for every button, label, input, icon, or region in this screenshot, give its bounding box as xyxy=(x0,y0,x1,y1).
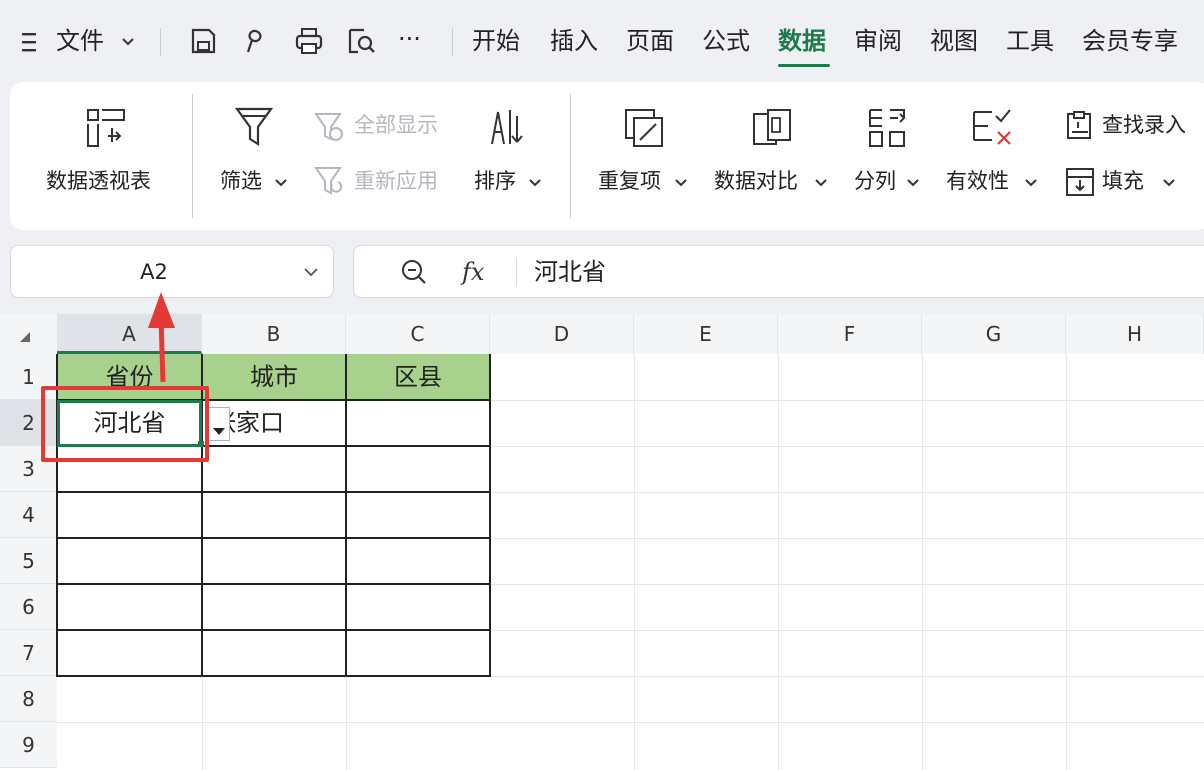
chevron-down-icon[interactable] xyxy=(303,264,319,280)
spreadsheet-app: 文件 ··· 开始 插入 页面 公式 数据 审阅 视图 工具 会员专享 数据透视… xyxy=(0,0,1204,770)
data-compare-label: 数据对比 xyxy=(714,169,798,193)
table-border xyxy=(56,583,491,585)
cell-b1[interactable]: 城市 xyxy=(202,354,346,400)
dropdown-list-button[interactable] xyxy=(208,407,230,441)
save-icon[interactable] xyxy=(188,26,218,56)
divider xyxy=(516,258,517,286)
tab-insert[interactable]: 插入 xyxy=(550,24,598,58)
caret-down-icon xyxy=(213,428,225,435)
tab-member[interactable]: 会员专享 xyxy=(1082,24,1178,58)
table-border xyxy=(56,629,491,631)
chevron-down-icon xyxy=(1025,179,1037,187)
corner-triangle-icon xyxy=(20,332,30,342)
filter-clear-icon xyxy=(314,113,343,141)
highlight-box xyxy=(41,386,209,462)
tab-view[interactable]: 视图 xyxy=(930,24,978,58)
tab-tools[interactable]: 工具 xyxy=(1006,24,1054,58)
row-header-8[interactable]: 8 xyxy=(0,676,57,722)
format-painter-icon[interactable] xyxy=(242,26,272,56)
column-header-b[interactable]: B xyxy=(202,314,346,354)
row-header-7[interactable]: 7 xyxy=(0,630,57,676)
chevron-down-icon xyxy=(1163,179,1175,187)
file-menu-label: 文件 xyxy=(56,27,104,55)
divider xyxy=(452,28,453,56)
sort-label: 排序 xyxy=(474,169,516,193)
fill-icon xyxy=(1066,168,1094,196)
table-border xyxy=(56,675,491,677)
pivot-table-icon xyxy=(87,109,125,147)
gridline xyxy=(1066,354,1067,770)
sort-icon xyxy=(491,110,523,145)
divider xyxy=(160,28,161,56)
tab-page[interactable]: 页面 xyxy=(626,24,674,58)
lookup-entry-label: 查找录入 xyxy=(1102,113,1186,137)
ribbon-toolbar: 数据透视表 筛选 全部显示 重新应用 排序 重复项 数据对比 分列 有效性 查找… xyxy=(10,82,1204,230)
reapply-label: 重新应用 xyxy=(354,169,438,193)
duplicates-label: 重复项 xyxy=(598,169,661,193)
data-compare-icon xyxy=(753,109,791,145)
column-header-e[interactable]: E xyxy=(634,314,778,354)
lookup-entry-icon xyxy=(1067,111,1091,139)
gridline xyxy=(634,354,635,770)
cell-c2[interactable] xyxy=(346,400,490,446)
tab-data[interactable]: 数据 xyxy=(778,24,826,58)
row-header-9[interactable]: 9 xyxy=(0,722,57,768)
annotation-arrow-icon xyxy=(148,292,175,383)
column-header-c[interactable]: C xyxy=(346,314,490,354)
row-header-5[interactable]: 5 xyxy=(0,538,57,584)
menu-bar: 文件 ··· 开始 插入 页面 公式 数据 审阅 视图 工具 会员专享 xyxy=(0,0,1204,78)
divider xyxy=(570,94,571,218)
gridline xyxy=(778,354,779,770)
chevron-down-icon[interactable] xyxy=(120,34,136,50)
gridline xyxy=(346,676,347,770)
fill-label: 填充 xyxy=(1102,169,1144,193)
print-icon[interactable] xyxy=(294,26,324,56)
gridline xyxy=(202,676,203,770)
chevron-down-icon xyxy=(815,179,827,187)
gridline xyxy=(57,722,1204,723)
show-all-label: 全部显示 xyxy=(354,113,438,137)
divider xyxy=(192,94,193,218)
select-all-corner[interactable] xyxy=(0,314,57,354)
column-header-f[interactable]: F xyxy=(778,314,922,354)
chevron-down-icon xyxy=(907,179,919,187)
chevron-down-icon xyxy=(529,179,541,187)
tab-formula[interactable]: 公式 xyxy=(702,24,750,58)
table-border xyxy=(56,491,491,493)
tab-home[interactable]: 开始 xyxy=(472,24,520,58)
print-preview-icon[interactable] xyxy=(346,26,376,56)
more-button[interactable]: ··· xyxy=(398,22,421,56)
chevron-down-icon xyxy=(675,179,687,187)
column-header-g[interactable]: G xyxy=(922,314,1066,354)
gridline xyxy=(922,354,923,770)
split-column-icon xyxy=(869,109,906,147)
row-header-6[interactable]: 6 xyxy=(0,584,57,630)
filter-icon xyxy=(234,107,274,146)
filter-reapply-icon xyxy=(314,167,343,195)
validity-icon xyxy=(973,109,1011,145)
table-border xyxy=(56,537,491,539)
row-header-4[interactable]: 4 xyxy=(0,492,57,538)
column-header-d[interactable]: D xyxy=(490,314,634,354)
formula-input[interactable]: 河北省 xyxy=(534,254,606,290)
formula-bar: fx 河北省 xyxy=(353,245,1204,298)
zoom-formula-icon[interactable] xyxy=(400,258,428,286)
active-tab-indicator xyxy=(778,64,830,67)
pivot-table-label: 数据透视表 xyxy=(46,169,151,193)
tab-review[interactable]: 审阅 xyxy=(854,24,902,58)
cell-c1[interactable]: 区县 xyxy=(346,354,490,400)
duplicates-icon xyxy=(625,109,663,147)
filter-label: 筛选 xyxy=(220,169,262,193)
insert-function-button[interactable]: fx xyxy=(462,256,484,288)
chevron-down-icon xyxy=(275,179,287,187)
split-column-label: 分列 xyxy=(854,169,896,193)
column-header-h[interactable]: H xyxy=(1066,314,1204,354)
hamburger-icon[interactable] xyxy=(20,30,40,54)
validity-label: 有效性 xyxy=(946,169,1009,193)
file-menu[interactable]: 文件 xyxy=(56,24,104,58)
